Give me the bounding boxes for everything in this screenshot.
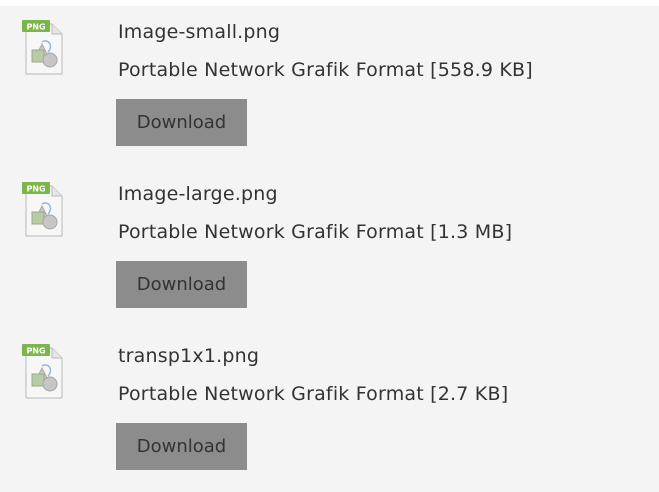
file-description: Portable Network Grafik Format [1.3 MB] (118, 221, 513, 243)
png-file-icon: PNG (22, 20, 68, 76)
file-item: PNG Image-small.png Portable Network Gra… (0, 6, 659, 166)
file-description: Portable Network Grafik Format [2.7 KB] (118, 383, 509, 405)
download-button[interactable]: Download (116, 99, 247, 146)
file-description: Portable Network Grafik Format [558.9 KB… (118, 59, 533, 81)
svg-text:PNG: PNG (26, 23, 45, 32)
file-item: PNG transp1x1.png Portable Network Grafi… (0, 330, 659, 490)
download-button[interactable]: Download (116, 261, 247, 308)
file-name: transp1x1.png (118, 345, 260, 367)
png-file-icon: PNG (22, 182, 68, 238)
png-file-icon: PNG (22, 344, 68, 400)
file-item: PNG Image-large.png Portable Network Gra… (0, 168, 659, 328)
svg-text:PNG: PNG (26, 347, 45, 356)
file-name: Image-large.png (118, 183, 278, 205)
file-list-panel: PNG Image-small.png Portable Network Gra… (0, 0, 659, 492)
svg-text:PNG: PNG (26, 185, 45, 194)
download-button[interactable]: Download (116, 423, 247, 470)
file-name: Image-small.png (118, 21, 281, 43)
